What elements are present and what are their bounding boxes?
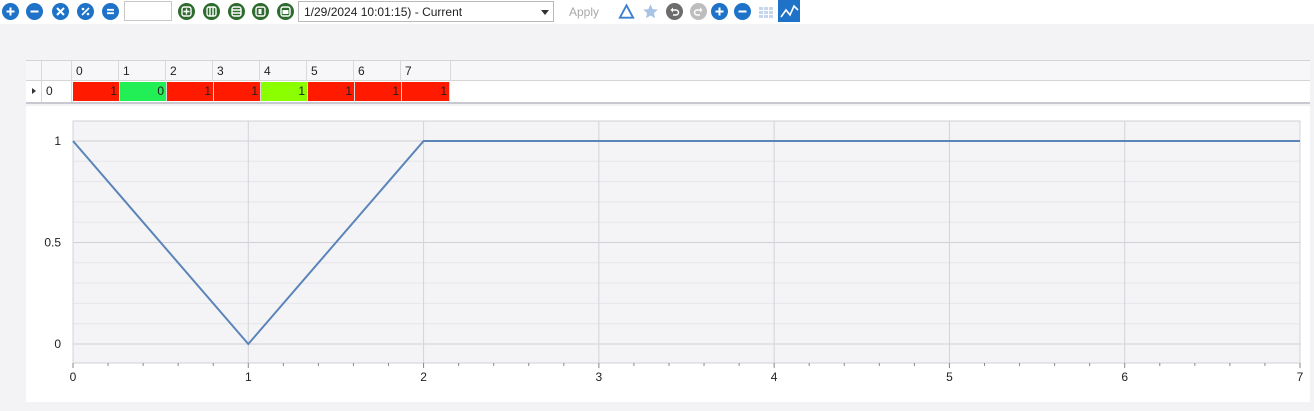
grid-cell[interactable]: 0 (120, 82, 167, 101)
x-tick-label: 3 (596, 370, 603, 384)
corner-cell (26, 61, 42, 81)
chevron-down-icon (541, 10, 549, 15)
x-tick-label: 5 (946, 370, 953, 384)
x-tick-label: 4 (771, 370, 778, 384)
chart-canvas: 0 1 2 3 4 5 6 7 0 0.5 1 (44, 120, 1304, 384)
column-header[interactable]: 4 (260, 61, 307, 81)
y-tick-label: 0.5 (44, 236, 61, 250)
grid-plus-icon[interactable] (178, 3, 195, 20)
column-header[interactable]: 2 (166, 61, 213, 81)
x-tick-label: 1 (245, 370, 252, 384)
x-tick-label: 6 (1121, 370, 1128, 384)
triangle-icon[interactable] (618, 3, 635, 20)
timestamp-select[interactable]: 1/29/2024 10:01:15) - Current (298, 1, 554, 22)
apply-button[interactable]: Apply (555, 1, 613, 22)
chart-icon[interactable] (778, 0, 800, 22)
column-header[interactable]: 6 (354, 61, 401, 81)
column-header[interactable]: 5 (307, 61, 354, 81)
row-selector-icon[interactable] (26, 81, 42, 102)
value-input[interactable] (124, 1, 172, 21)
remove-icon[interactable] (26, 3, 43, 20)
redo-icon[interactable] (690, 3, 707, 20)
row-index: 0 (42, 81, 72, 102)
grid-cell[interactable]: 1 (355, 82, 402, 101)
grid-cell[interactable]: 1 (167, 82, 214, 101)
equals-icon[interactable] (102, 3, 119, 20)
y-tick-label: 1 (54, 134, 61, 148)
column-header[interactable]: 3 (213, 61, 260, 81)
column-header[interactable]: 0 (72, 61, 119, 81)
grid-cell[interactable]: 1 (214, 82, 261, 101)
rows-icon[interactable] (228, 3, 245, 20)
add-icon[interactable] (2, 3, 19, 20)
zoom-out-icon[interactable] (734, 3, 751, 20)
star-icon[interactable] (642, 3, 659, 20)
grid-cell[interactable]: 1 (402, 82, 450, 101)
x-tick-label: 2 (420, 370, 427, 384)
x-tick-label: 7 (1297, 370, 1304, 384)
columns-icon[interactable] (203, 3, 220, 20)
grid-header: 0 1 2 3 4 5 6 7 (26, 60, 1310, 81)
layout-d-icon[interactable] (252, 3, 269, 20)
line-chart: 0 1 2 3 4 5 6 7 0 0.5 1 (26, 106, 1310, 402)
data-grid: 0 1 2 3 4 5 6 7 0 1 0 1 1 1 1 1 1 (26, 60, 1310, 104)
x-tick-label: 0 (70, 370, 77, 384)
timestamp-select-value: 1/29/2024 10:01:15) - Current (304, 5, 463, 19)
grid-cell[interactable]: 1 (261, 82, 308, 101)
toolbar: 1/29/2024 10:01:15) - Current Apply (0, 0, 1314, 24)
grid-cell[interactable]: 1 (308, 82, 355, 101)
close-icon[interactable] (52, 3, 69, 20)
y-tick-label: 0 (54, 337, 61, 351)
zoom-in-icon[interactable] (711, 3, 728, 20)
column-header[interactable]: 7 (401, 61, 451, 81)
grid-cell[interactable]: 1 (73, 82, 120, 101)
row-header-spacer (42, 61, 72, 81)
percent-icon[interactable] (77, 3, 94, 20)
layout-box-icon[interactable] (277, 3, 294, 20)
table-row[interactable]: 0 1 0 1 1 1 1 1 1 (26, 81, 1310, 104)
undo-icon[interactable] (666, 3, 683, 20)
column-header[interactable]: 1 (119, 61, 166, 81)
grid-icon[interactable] (757, 3, 774, 20)
